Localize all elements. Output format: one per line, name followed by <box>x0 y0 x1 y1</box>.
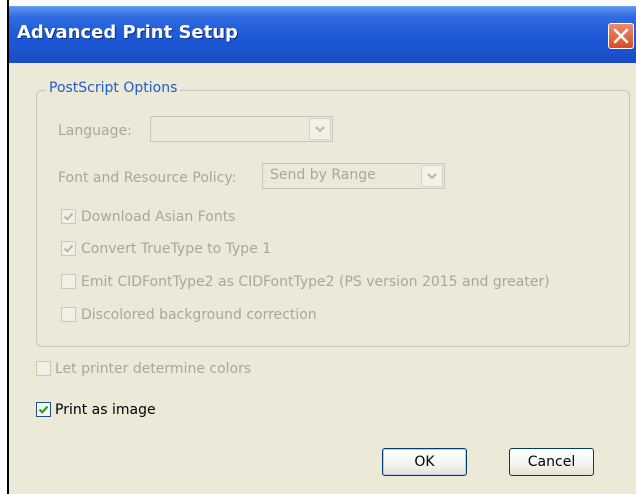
download-asian-fonts-checkbox[interactable] <box>61 209 76 224</box>
chevron-down-icon <box>427 173 437 180</box>
discolored-background-label: Discolored background correction <box>81 307 317 323</box>
checkmark-icon <box>38 405 49 414</box>
font-policy-dropdown-button[interactable] <box>421 165 443 187</box>
convert-truetype-label: Convert TrueType to Type 1 <box>81 241 272 257</box>
print-as-image-label: Print as image <box>55 402 156 418</box>
font-policy-select-value: Send by Range <box>270 167 376 183</box>
discolored-background-checkbox[interactable] <box>61 307 76 322</box>
emit-cidfonttype2-label: Emit CIDFontType2 as CIDFontType2 (PS ve… <box>81 274 550 290</box>
download-asian-fonts-label: Download Asian Fonts <box>81 209 236 225</box>
emit-cidfonttype2-checkbox[interactable] <box>61 274 76 289</box>
cancel-button[interactable]: Cancel <box>509 448 594 476</box>
font-policy-select[interactable]: Send by Range <box>262 163 445 189</box>
language-dropdown-button[interactable] <box>309 118 331 140</box>
font-policy-label: Font and Resource Policy: <box>58 170 237 186</box>
printer-determine-colors-checkbox[interactable] <box>36 361 51 376</box>
convert-truetype-checkbox[interactable] <box>61 241 76 256</box>
checkmark-icon <box>63 244 74 253</box>
checkmark-icon <box>63 212 74 221</box>
title-bar[interactable]: Advanced Print Setup <box>9 6 636 63</box>
chevron-down-icon <box>315 126 325 133</box>
postscript-options-legend: PostScript Options <box>46 79 181 97</box>
close-icon <box>613 28 629 44</box>
ok-button[interactable]: OK <box>382 448 467 476</box>
close-button[interactable] <box>608 23 634 49</box>
dialog-title: Advanced Print Setup <box>17 22 238 43</box>
language-label: Language: <box>58 123 132 139</box>
printer-determine-colors-label: Let printer determine colors <box>55 361 252 377</box>
language-select[interactable] <box>150 116 333 142</box>
print-as-image-checkbox[interactable] <box>36 402 51 417</box>
advanced-print-setup-dialog: Advanced Print Setup PostScript Options … <box>9 6 636 494</box>
